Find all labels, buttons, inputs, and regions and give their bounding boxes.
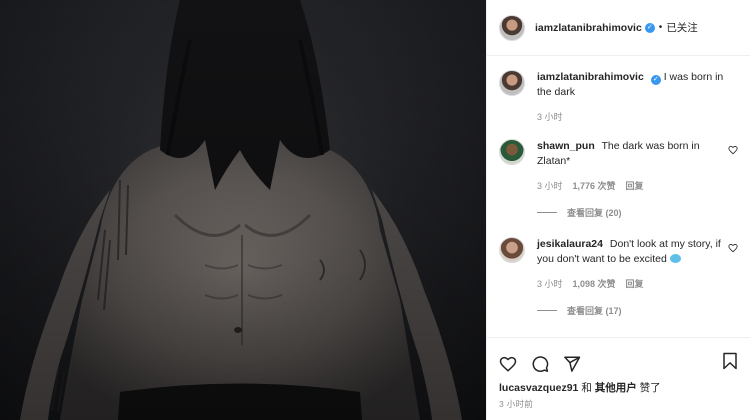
like-comment-heart-icon[interactable]	[728, 243, 738, 253]
likes-summary: lucasvazquez91 和 其他用户 赞了	[487, 381, 750, 395]
comment-item: jesikalaura24 Don't look at my story, if…	[499, 237, 738, 292]
view-replies-button[interactable]: 查看回复 (20)	[537, 206, 738, 219]
post-timestamp[interactable]: 3 小时前	[487, 395, 750, 420]
comments-section[interactable]: iamzlatanibrahimovic ✓ I was born in the …	[487, 56, 750, 337]
comment-meta: 3 小时 1,098 次赞 回复	[537, 277, 722, 292]
share-icon[interactable]	[563, 355, 581, 373]
likes-others-link[interactable]: 其他用户	[595, 382, 637, 394]
comment-body: shawn_pun The dark was born in Zlatan* 3…	[537, 139, 738, 194]
author-username[interactable]: iamzlatanibrahimovic	[535, 22, 642, 34]
verified-badge-icon: ✓	[650, 75, 661, 85]
heart-icon[interactable]	[499, 355, 517, 373]
blue-bubbles-emoji-icon	[669, 254, 681, 263]
comment-body: jesikalaura24 Don't look at my story, if…	[537, 237, 738, 292]
view-replies-button[interactable]: 查看回复 (17)	[537, 304, 738, 317]
replies-divider-line	[537, 212, 557, 213]
view-replies-label: 查看回复 (20)	[567, 208, 622, 218]
commenter-avatar[interactable]	[499, 237, 525, 263]
verified-badge-icon: ✓	[644, 22, 655, 33]
bookmark-icon[interactable]	[722, 352, 738, 370]
comment-item: shawn_pun The dark was born in Zlatan* 3…	[499, 139, 738, 194]
post-photo[interactable]	[0, 0, 486, 420]
post-actions-bar	[487, 337, 750, 381]
likes-suffix: 赞了	[639, 382, 661, 394]
likes-connector: 和	[581, 382, 592, 394]
view-replies-label: 查看回复 (17)	[567, 306, 622, 316]
comment-username[interactable]: jesikalaura24	[537, 238, 603, 250]
separator-dot: •	[658, 22, 663, 33]
comment-icon[interactable]	[531, 355, 549, 373]
post-header: iamzlatanibrahimovic ✓ • 已关注	[487, 0, 750, 56]
likes-first-user[interactable]: lucasvazquez91	[499, 382, 578, 394]
comment-meta: 3 小时 1,776 次赞 回复	[537, 179, 722, 194]
shirtless-man-photo	[0, 0, 486, 420]
comment-time[interactable]: 3 小时	[537, 277, 563, 292]
post-side-panel: iamzlatanibrahimovic ✓ • 已关注 iamzlatanib…	[486, 0, 750, 420]
instagram-post: iamzlatanibrahimovic ✓ • 已关注 iamzlatanib…	[0, 0, 750, 420]
post-caption: iamzlatanibrahimovic ✓ I was born in the …	[499, 70, 738, 125]
reply-button[interactable]: 回复	[626, 179, 644, 194]
caption-avatar[interactable]	[499, 70, 525, 96]
comment-username[interactable]: shawn_pun	[537, 140, 595, 152]
caption-time[interactable]: 3 小时	[537, 110, 563, 125]
caption-meta: 3 小时	[537, 110, 738, 125]
comment-likes[interactable]: 1,776 次赞	[573, 179, 616, 194]
comment-time[interactable]: 3 小时	[537, 179, 563, 194]
author-avatar[interactable]	[499, 14, 525, 41]
replies-divider-line	[537, 310, 557, 311]
reply-button[interactable]: 回复	[626, 277, 644, 292]
comment-likes[interactable]: 1,098 次赞	[573, 277, 616, 292]
caption-username[interactable]: iamzlatanibrahimovic	[537, 71, 644, 83]
following-button[interactable]: 已关注	[666, 20, 698, 35]
caption-body: iamzlatanibrahimovic ✓ I was born in the …	[537, 70, 738, 125]
like-comment-heart-icon[interactable]	[728, 145, 738, 155]
commenter-avatar[interactable]	[499, 139, 525, 165]
